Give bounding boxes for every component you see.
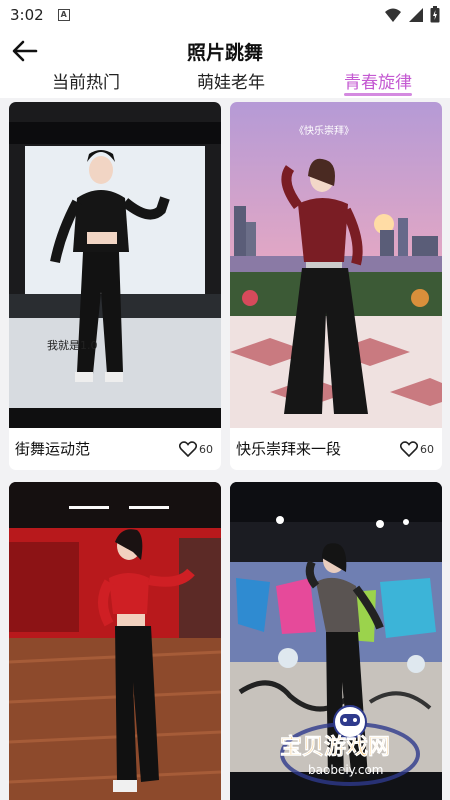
card-footer: 快乐崇拜来一段 60 xyxy=(230,428,442,470)
like-count: 60 xyxy=(199,443,213,456)
signal-icon xyxy=(409,7,423,22)
active-tab-indicator xyxy=(344,93,412,96)
tab-current-hot[interactable]: 当前热门 xyxy=(52,68,120,93)
wifi-icon xyxy=(385,8,401,22)
thumbnail-happy-worship[interactable]: 《快乐崇拜》 xyxy=(230,102,442,428)
template-card[interactable] xyxy=(9,482,221,800)
thumbnail-street-dance[interactable]: 我就是1.0 xyxy=(9,102,221,428)
card-title: 街舞运动范 xyxy=(15,440,91,458)
tab-kids-elderly[interactable]: 萌娃老年 xyxy=(197,68,265,93)
status-icons xyxy=(384,6,440,23)
app-header: 照片跳舞 当前热门 萌娃老年 青春旋律 xyxy=(0,30,450,98)
tab-youth-melody[interactable]: 青春旋律 xyxy=(344,68,412,93)
watermark-name: 宝贝游戏网 xyxy=(280,734,390,760)
category-tabs: 当前热门 萌娃老年 青春旋律 xyxy=(0,68,450,98)
heart-icon[interactable] xyxy=(400,441,418,457)
template-card[interactable]: 我就是1.0 街舞运动范 60 xyxy=(9,102,221,470)
status-bar: 3:02 A xyxy=(0,0,450,30)
video-caption: 我就是1.0 xyxy=(47,338,98,352)
battery-icon xyxy=(430,6,440,23)
like-count: 60 xyxy=(420,443,434,456)
status-time: 3:02 xyxy=(10,6,44,24)
template-card[interactable]: 《快乐崇拜》 快乐崇拜来一段 60 xyxy=(230,102,442,470)
card-footer: 街舞运动范 60 xyxy=(9,428,221,470)
site-watermark-logo: 宝贝游戏网 baobeiy.com xyxy=(280,705,420,786)
heart-icon[interactable] xyxy=(179,441,197,457)
watermark-url: baobeiy.com xyxy=(308,763,383,777)
page-title: 照片跳舞 xyxy=(186,42,263,64)
thumbnail-studio-dance[interactable] xyxy=(9,482,221,800)
template-grid: 我就是1.0 街舞运动范 60 《快乐崇拜》 快乐崇拜来一段 60 xyxy=(0,98,450,800)
card-title: 快乐崇拜来一段 xyxy=(236,440,342,458)
video-overlay-text: 《快乐崇拜》 xyxy=(294,125,354,137)
notification-icon: A xyxy=(57,9,70,21)
